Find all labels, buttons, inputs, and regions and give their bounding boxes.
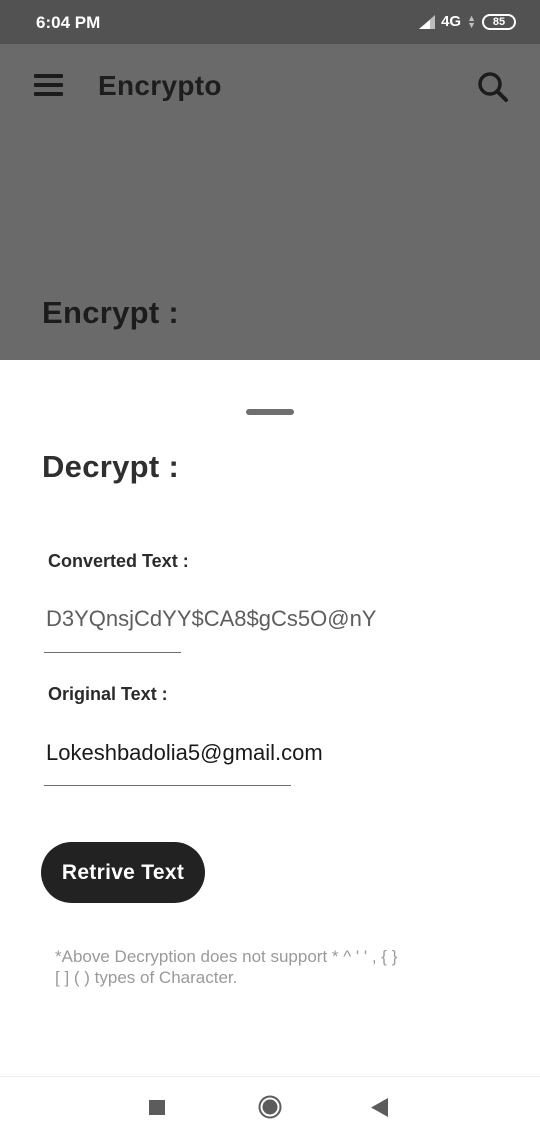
encrypt-heading: Encrypt : xyxy=(42,295,180,330)
converted-text-underline xyxy=(44,652,181,653)
original-text-field[interactable]: Lokeshbadolia5@gmail.com xyxy=(46,740,323,766)
battery-icon: 85 xyxy=(482,13,516,30)
decryption-note: *Above Decryption does not support * ^ '… xyxy=(55,946,485,988)
app-title: Encrypto xyxy=(98,70,222,101)
signal-icon xyxy=(419,14,436,29)
original-text-label: Original Text : xyxy=(48,684,168,704)
status-bar: 6:04 PM 4G ▲ ▼ 85 xyxy=(0,0,540,44)
converted-text-field[interactable]: D3YQnsjCdYY$CA8$gCs5O@nY xyxy=(46,606,376,632)
sheet-drag-handle[interactable] xyxy=(246,409,294,415)
converted-text-label: Converted Text : xyxy=(48,551,189,571)
decrypt-heading: Decrypt : xyxy=(42,449,180,484)
square-recents-icon[interactable] xyxy=(149,1100,165,1115)
retrive-text-button[interactable]: Retrive Text xyxy=(41,842,205,903)
triangle-back-icon[interactable] xyxy=(371,1098,389,1117)
status-time: 6:04 PM xyxy=(36,13,101,32)
note-line-2: [ ] ( ) types of Character. xyxy=(55,968,238,987)
hamburger-menu-icon[interactable] xyxy=(34,74,64,98)
status-indicators: 4G ▲ ▼ 85 xyxy=(419,13,516,30)
search-icon[interactable] xyxy=(476,70,510,104)
original-text-underline xyxy=(44,785,291,786)
battery-level: 85 xyxy=(492,15,506,28)
circle-home-icon[interactable] xyxy=(258,1095,282,1119)
note-line-1: *Above Decryption does not support * ^ '… xyxy=(55,947,398,966)
network-type: 4G xyxy=(441,13,462,30)
data-activity-icon: ▲ ▼ xyxy=(467,12,476,30)
